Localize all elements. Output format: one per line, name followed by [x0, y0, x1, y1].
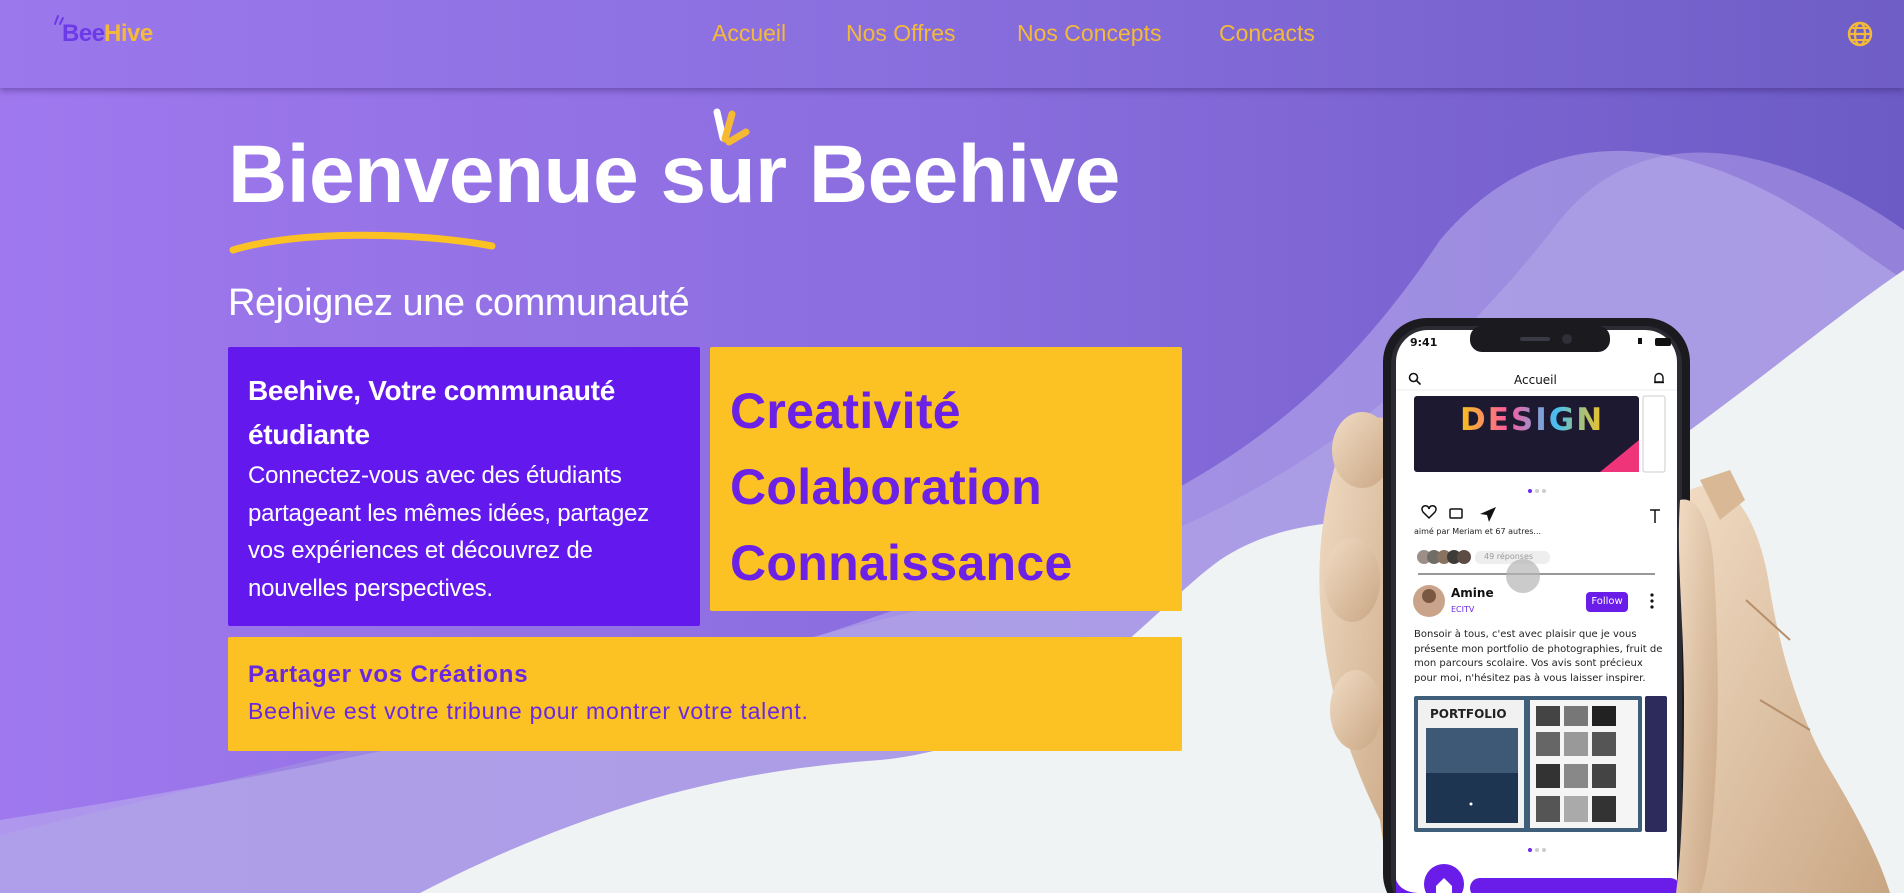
- phone-screen-title: Accueil: [1514, 373, 1557, 387]
- globe-icon[interactable]: [1846, 20, 1874, 48]
- value-knowledge: Connaissance: [730, 535, 1073, 591]
- top-navbar: Bee Hive Accueil Nos Offres Nos Concepts…: [0, 0, 1904, 88]
- post-user-tag: ECITV: [1451, 605, 1475, 614]
- phone-status-time: 9:41: [1410, 336, 1438, 349]
- share-card-heading: Partager vos Créations: [248, 661, 529, 688]
- community-card-body: Connectez-vous avec des étudiants partag…: [248, 462, 650, 602]
- phone-liked-by: aimé par Meriam et 67 autres...: [1414, 527, 1542, 536]
- phone-replies-count: 49 réponses: [1484, 552, 1534, 561]
- title-underline-decoration: [229, 231, 496, 254]
- value-collaboration: Colaboration: [730, 459, 1042, 515]
- post-username: Amine: [1451, 586, 1494, 600]
- phone-app-screen: 9:41 Accueil DESIGN aimé par Meriam et 6…: [1396, 330, 1677, 893]
- phone-banner-text: DESIGN: [1460, 402, 1605, 438]
- community-card-heading: Beehive, Votre communauté étudiante: [248, 375, 615, 450]
- share-creations-card: Partager vos Créations Beehive est votre…: [228, 637, 1182, 751]
- search-icon: [1408, 372, 1422, 386]
- hero-subtitle: Rejoignez une communauté: [228, 282, 690, 324]
- post-text: Bonsoir à tous, c'est avec plaisir que j…: [1414, 629, 1663, 684]
- nav-link-nos-offres[interactable]: Nos Offres: [846, 20, 956, 47]
- values-card: Creativité Colaboration Connaissance: [710, 347, 1182, 611]
- community-card: Beehive, Votre communauté étudiante Conn…: [228, 347, 700, 626]
- nav-link-contacts[interactable]: Concacts: [1219, 20, 1315, 47]
- hero-title: Bienvenue sur Beehive: [228, 129, 1120, 220]
- follow-button: Follow: [1586, 592, 1628, 612]
- nav-link-nos-concepts[interactable]: Nos Concepts: [1017, 20, 1161, 47]
- share-card-body: Beehive est votre tribune pour montrer v…: [248, 698, 809, 724]
- main-nav: Accueil Nos Offres Nos Concepts Concacts: [0, 20, 1904, 50]
- bell-icon: [1654, 372, 1664, 384]
- nav-link-accueil[interactable]: Accueil: [712, 20, 786, 47]
- portfolio-label: PORTFOLIO: [1430, 707, 1507, 721]
- value-creativity: Creativité: [730, 383, 961, 439]
